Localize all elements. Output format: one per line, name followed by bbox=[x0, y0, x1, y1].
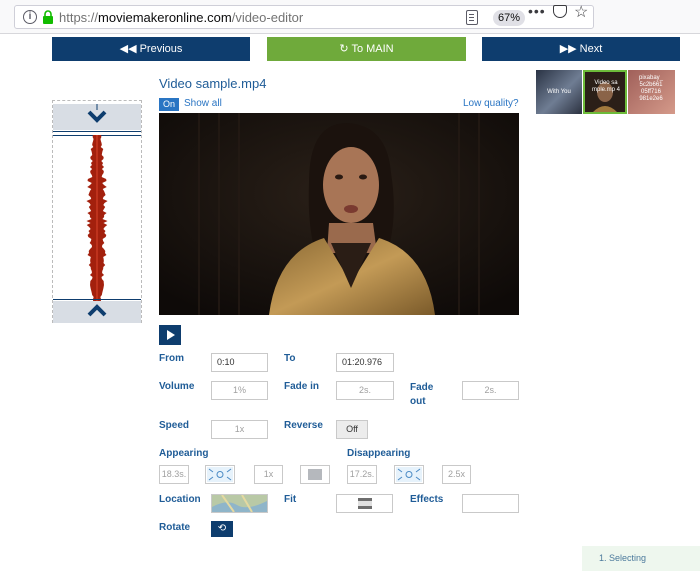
waveform-start-handle[interactable] bbox=[53, 104, 141, 130]
show-all-toggle[interactable]: On bbox=[159, 98, 179, 111]
video-title: Video sample.mp4 bbox=[159, 76, 267, 91]
low-quality-link[interactable]: Low quality? bbox=[463, 98, 519, 109]
disappearing-time-input[interactable]: 17.2s. bbox=[347, 465, 377, 484]
fade-in-input[interactable]: 2s. bbox=[336, 381, 394, 400]
lock-icon bbox=[43, 10, 53, 24]
waveform-end-handle[interactable] bbox=[53, 301, 141, 323]
speed-label: Speed bbox=[159, 420, 190, 431]
previous-label: Previous bbox=[139, 43, 183, 55]
chevron-up-icon bbox=[87, 304, 107, 317]
fit-picker[interactable] bbox=[336, 494, 393, 513]
show-all-link[interactable]: Show all bbox=[184, 98, 222, 109]
thumbnail-pixabay[interactable]: pixabay_ 5c2b661 05ff716 981e2e6 bbox=[628, 70, 675, 114]
previous-icon: ◀◀ bbox=[119, 43, 137, 55]
play-button[interactable] bbox=[159, 325, 181, 345]
appearing-time-input[interactable]: 18.3s. bbox=[159, 465, 189, 484]
volume-label: Volume bbox=[159, 381, 195, 392]
direction-icon bbox=[207, 467, 233, 482]
waveform-bottom-line bbox=[53, 299, 141, 300]
zoom-level-badge[interactable]: 67% bbox=[493, 10, 525, 26]
audio-waveform[interactable] bbox=[52, 100, 142, 323]
disappearing-label: Disappearing bbox=[347, 448, 411, 459]
rotate-icon: ⟲ bbox=[217, 523, 227, 534]
thumbnail-label: Video sa mple.mp 4 bbox=[591, 80, 620, 93]
to-main-label: To MAIN bbox=[351, 43, 394, 55]
thumbnail-label: pixabay_ 5c2b661 05ff716 981e2e6 bbox=[638, 75, 664, 102]
volume-input[interactable]: 1% bbox=[211, 381, 268, 400]
reverse-toggle[interactable]: Off bbox=[336, 420, 368, 439]
appearing-direction-picker[interactable] bbox=[205, 465, 235, 484]
from-input[interactable]: 0:10 bbox=[211, 353, 268, 372]
address-bar[interactable]: i https://moviemakeronline.com/video-edi… bbox=[14, 5, 594, 29]
status-indicator: 1. Selecting bbox=[582, 546, 700, 571]
thumbnail-video-sample[interactable]: Video sa mple.mp 4 bbox=[583, 70, 627, 114]
appearing-label: Appearing bbox=[159, 448, 209, 459]
color-swatch bbox=[308, 469, 322, 480]
refresh-icon: ↻ bbox=[339, 43, 349, 55]
reverse-label: Reverse bbox=[284, 420, 323, 431]
rotate-label: Rotate bbox=[159, 522, 191, 533]
from-label: From bbox=[159, 353, 184, 364]
url-text: https://moviemakeronline.com/video-edito… bbox=[59, 10, 303, 25]
fade-out-input[interactable]: 2s. bbox=[462, 381, 519, 400]
effects-input[interactable] bbox=[462, 494, 519, 513]
disappearing-direction-picker[interactable] bbox=[394, 465, 424, 484]
appearing-speed-input[interactable]: 1x bbox=[254, 465, 283, 484]
url-prefix: https:// bbox=[59, 10, 99, 25]
video-frame-image bbox=[159, 113, 519, 315]
next-label: Next bbox=[579, 43, 603, 55]
url-path: /video-editor bbox=[231, 10, 304, 25]
fit-label: Fit bbox=[284, 494, 297, 505]
location-label: Location bbox=[159, 494, 201, 505]
to-label: To bbox=[284, 353, 296, 364]
reader-view-icon[interactable] bbox=[466, 10, 478, 25]
fit-icon bbox=[358, 498, 372, 509]
disappearing-speed-input[interactable]: 2.5x bbox=[442, 465, 471, 484]
to-input[interactable]: 01:20.976 bbox=[336, 353, 394, 372]
thumbnail-with-you[interactable]: With You bbox=[536, 70, 582, 114]
waveform-graph bbox=[86, 135, 108, 303]
info-icon[interactable]: i bbox=[23, 10, 37, 24]
speed-input[interactable]: 1x bbox=[211, 420, 268, 439]
bookmark-star-icon[interactable]: ☆ bbox=[574, 2, 588, 22]
waveform-top-line bbox=[53, 131, 141, 132]
to-main-button[interactable]: ↻ To MAIN bbox=[267, 37, 466, 61]
rotate-button[interactable]: ⟲ bbox=[211, 521, 233, 537]
page-actions-icon[interactable]: ••• bbox=[528, 3, 546, 19]
previous-button[interactable]: ◀◀ Previous bbox=[52, 37, 250, 61]
url-domain: moviemakeronline.com bbox=[98, 10, 232, 25]
effects-label: Effects bbox=[410, 494, 444, 505]
fade-out-label: Fade out bbox=[410, 382, 434, 407]
location-map-picker[interactable] bbox=[211, 494, 268, 513]
fade-in-label: Fade in bbox=[284, 381, 320, 392]
next-button[interactable]: ▶▶ Next bbox=[482, 37, 680, 61]
appearing-color-picker[interactable] bbox=[300, 465, 330, 484]
browser-toolbar: i https://moviemakeronline.com/video-edi… bbox=[0, 0, 700, 34]
page: i https://moviemakeronline.com/video-edi… bbox=[0, 0, 700, 571]
next-icon: ▶▶ bbox=[559, 43, 577, 55]
thumbnail-label: With You bbox=[547, 89, 571, 95]
map-icon bbox=[212, 495, 267, 512]
direction-icon bbox=[396, 467, 422, 482]
chevron-down-icon bbox=[87, 104, 107, 123]
video-preview[interactable] bbox=[159, 113, 519, 315]
